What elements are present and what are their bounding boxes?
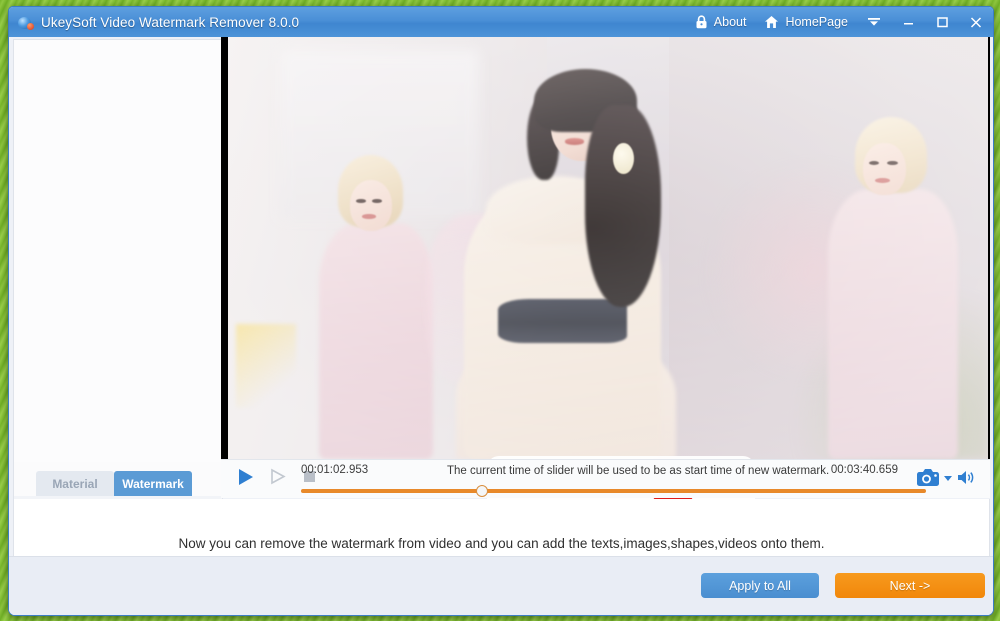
watermark-list[interactable] — [14, 40, 222, 462]
play-preview-button[interactable] — [267, 466, 288, 487]
homepage-button[interactable]: HomePage — [755, 7, 857, 37]
player-bar: 00:01:02.953 The current time of slider … — [221, 459, 990, 498]
desktop-background: UkeySoft Video Watermark Remover 8.0.0 A… — [0, 0, 1000, 621]
about-button[interactable]: About — [686, 7, 756, 37]
slider-hint: The current time of slider will be used … — [447, 465, 829, 477]
timeline-handle[interactable] — [476, 485, 488, 497]
play-icon — [236, 467, 255, 487]
instruction-text: Now you can remove the watermark from vi… — [178, 536, 824, 551]
current-time: 00:01:02.953 — [301, 464, 368, 476]
video-preview[interactable] — [221, 37, 990, 459]
tab-material[interactable]: Material — [36, 471, 114, 496]
minimize-button[interactable] — [891, 7, 925, 37]
home-icon — [764, 15, 779, 29]
total-time: 00:03:40.659 — [831, 464, 898, 476]
menu-dropdown-button[interactable] — [857, 7, 891, 37]
title-bar: UkeySoft Video Watermark Remover 8.0.0 A… — [9, 7, 993, 38]
homepage-label: HomePage — [785, 15, 848, 29]
about-label: About — [714, 15, 747, 29]
minimize-icon — [902, 16, 915, 28]
maximize-icon — [936, 16, 949, 28]
play-preview-icon — [269, 467, 287, 486]
app-logo-icon — [17, 14, 34, 31]
snapshot-controls — [916, 468, 976, 487]
maximize-button[interactable] — [925, 7, 959, 37]
snapshot-dropdown-button[interactable] — [943, 474, 953, 482]
tab-watermark[interactable]: Watermark — [114, 471, 192, 496]
bottom-bar: Apply to All Next -> — [9, 556, 993, 615]
app-window: UkeySoft Video Watermark Remover 8.0.0 A… — [8, 6, 994, 616]
lock-icon — [695, 15, 708, 29]
timeline-track — [301, 489, 926, 493]
titlebar-actions: About HomePage — [686, 7, 993, 37]
play-button[interactable] — [235, 466, 256, 487]
tab-material-label: Material — [52, 477, 97, 491]
window-title: UkeySoft Video Watermark Remover 8.0.0 — [41, 15, 299, 30]
left-panel: Material Watermark — [13, 39, 223, 496]
close-button[interactable] — [959, 7, 993, 37]
video-frame — [228, 37, 988, 459]
panel-tabs: Material Watermark — [36, 471, 192, 496]
next-button[interactable]: Next -> — [835, 573, 985, 598]
camera-icon — [916, 468, 940, 487]
caret-down-icon — [943, 474, 953, 482]
chevron-down-icon — [867, 16, 881, 28]
tab-watermark-label: Watermark — [122, 477, 184, 491]
close-icon — [969, 16, 983, 29]
timeline-slider[interactable] — [301, 485, 926, 497]
snapshot-button[interactable] — [916, 468, 940, 487]
volume-icon — [956, 469, 976, 486]
apply-to-all-button[interactable]: Apply to All — [701, 573, 819, 598]
main-content: Material Watermark — [9, 37, 993, 615]
volume-button[interactable] — [956, 469, 976, 486]
